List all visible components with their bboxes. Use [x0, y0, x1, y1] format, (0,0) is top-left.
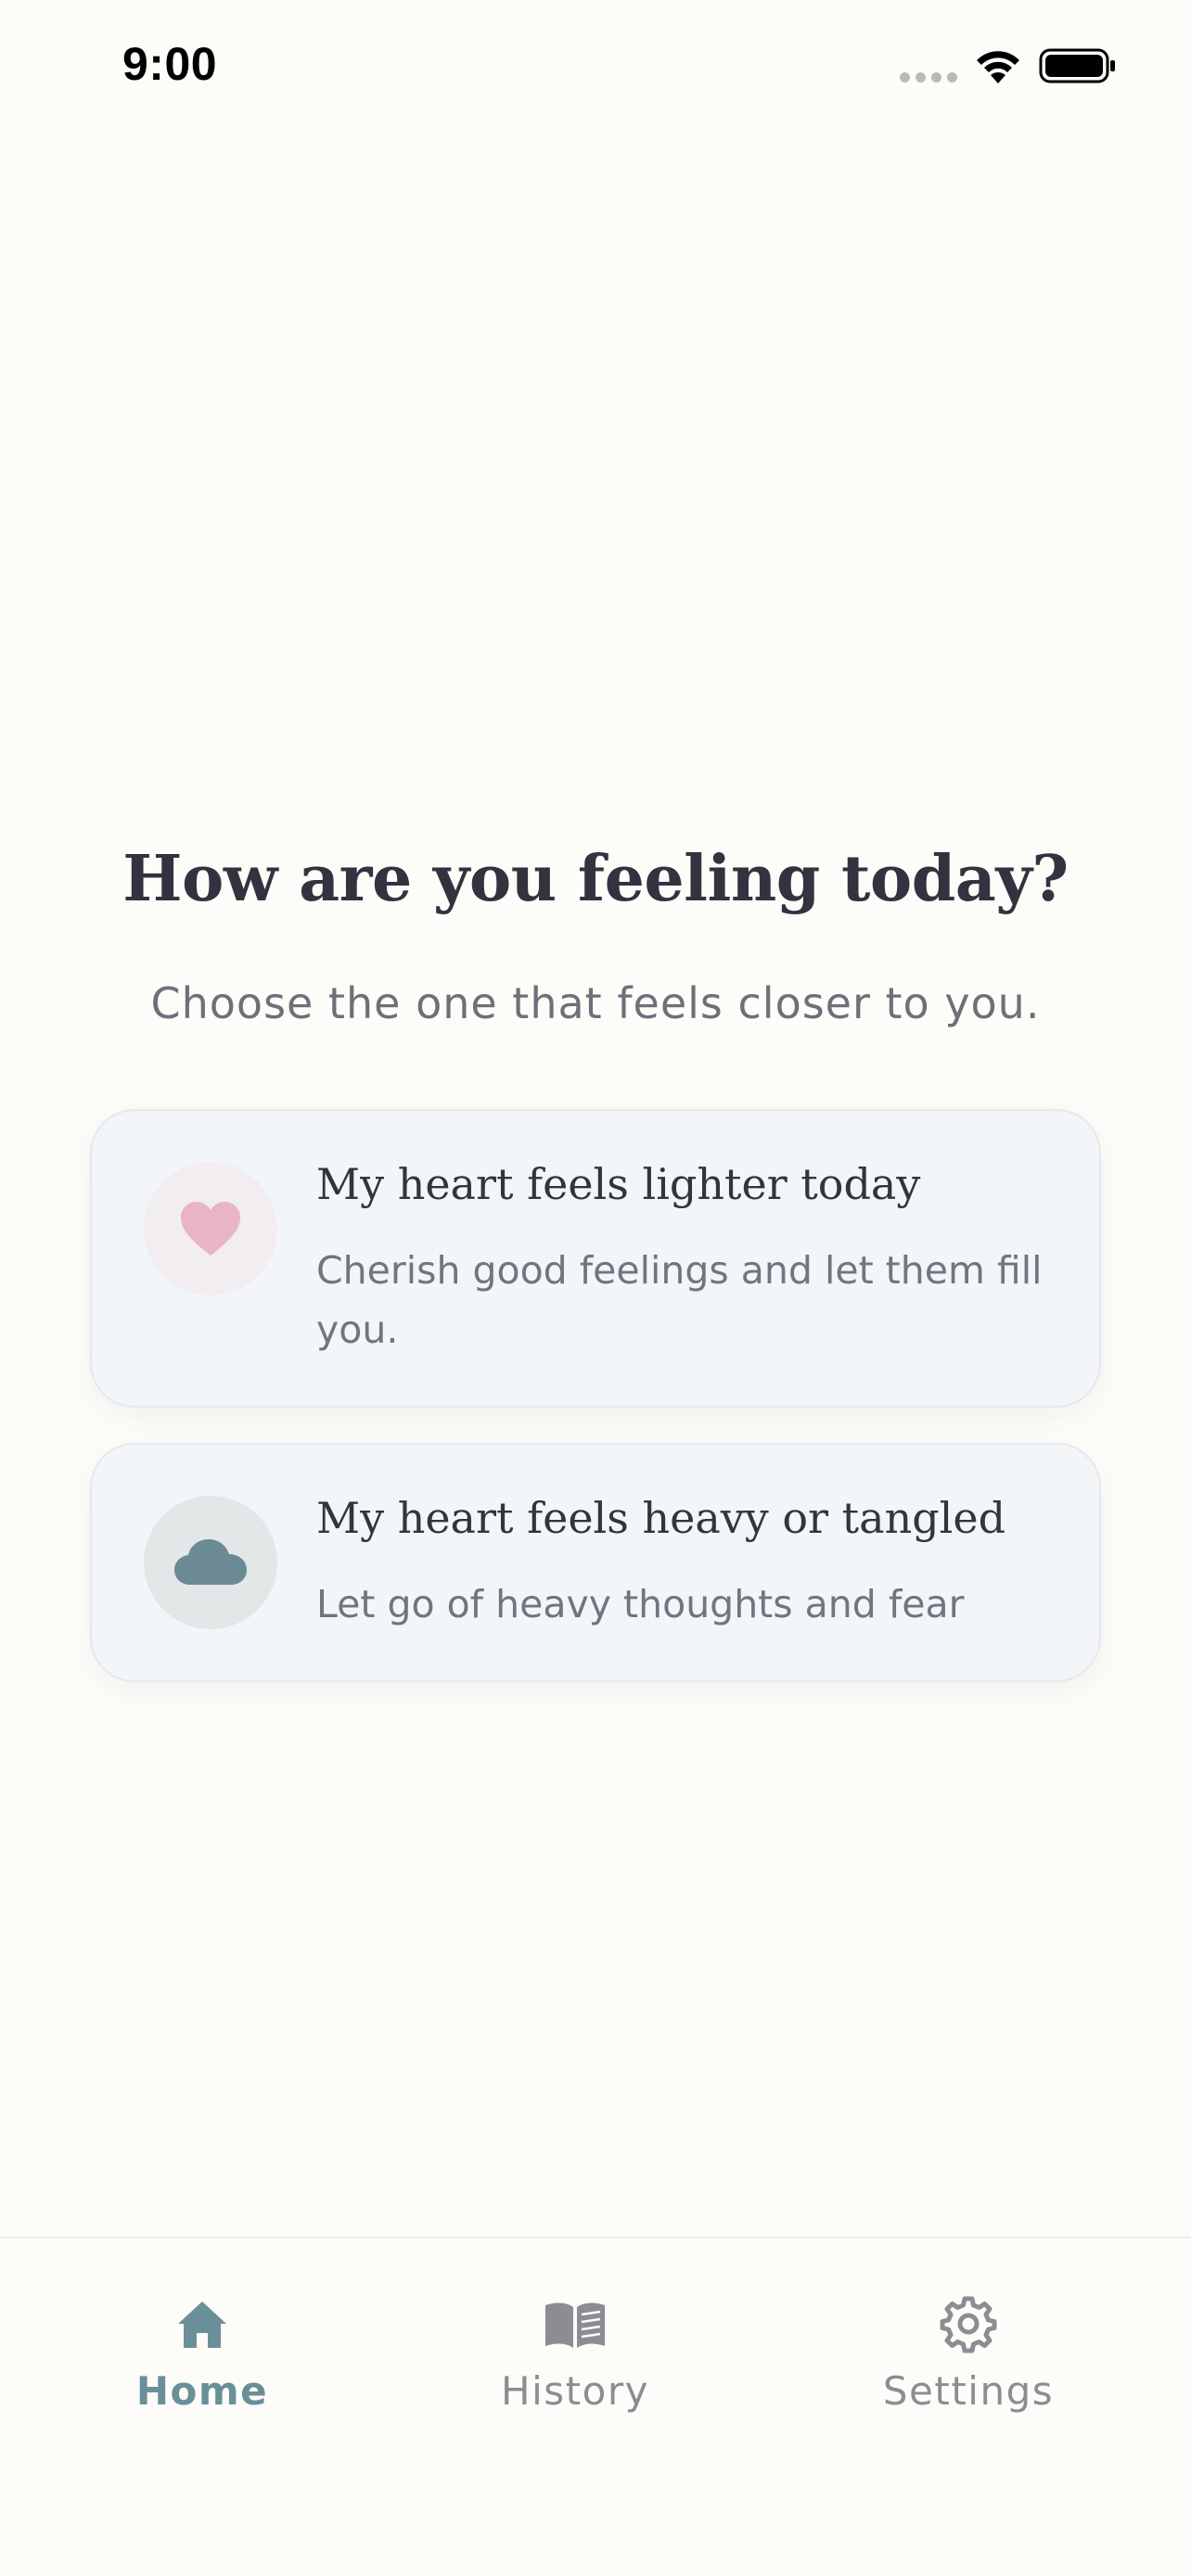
battery-icon [1039, 48, 1115, 83]
tab-settings-label: Settings [882, 2368, 1055, 2414]
tab-home[interactable]: Home [82, 2294, 323, 2414]
heart-icon [181, 1202, 240, 1256]
cloud-icon-badge [144, 1496, 277, 1629]
mood-option-description: Cherish good feelings and let them fill … [316, 1248, 1043, 1352]
bottom-tab-bar: Home History Settings [0, 2237, 1191, 2576]
heart-icon-badge [144, 1162, 277, 1295]
mood-option-lighter[interactable]: My heart feels lighter today Cherish goo… [90, 1109, 1101, 1408]
status-bar: 9:00 [0, 0, 1191, 139]
cellular-signal-icon [900, 72, 957, 83]
wifi-icon [977, 51, 1019, 83]
tab-settings[interactable]: Settings [848, 2294, 1089, 2414]
cloud-icon [174, 1539, 247, 1585]
home-icon [178, 2302, 226, 2348]
mood-option-heavy[interactable]: My heart feels heavy or tangled Let go o… [90, 1443, 1101, 1682]
page-title: How are you feeling today? [122, 842, 1069, 916]
mood-option-title: My heart feels lighter today [316, 1159, 921, 1209]
tab-home-label: Home [135, 2368, 269, 2414]
mood-option-title: My heart feels heavy or tangled [316, 1493, 1006, 1543]
page-subtitle: Choose the one that feels closer to you. [150, 978, 1041, 1028]
tab-history[interactable]: History [455, 2294, 696, 2414]
gear-icon [940, 2296, 997, 2353]
book-icon [545, 2302, 605, 2348]
status-time: 9:00 [122, 38, 218, 90]
tab-history-label: History [501, 2368, 649, 2414]
mood-option-description: Let go of heavy thoughts and fear [316, 1582, 965, 1626]
